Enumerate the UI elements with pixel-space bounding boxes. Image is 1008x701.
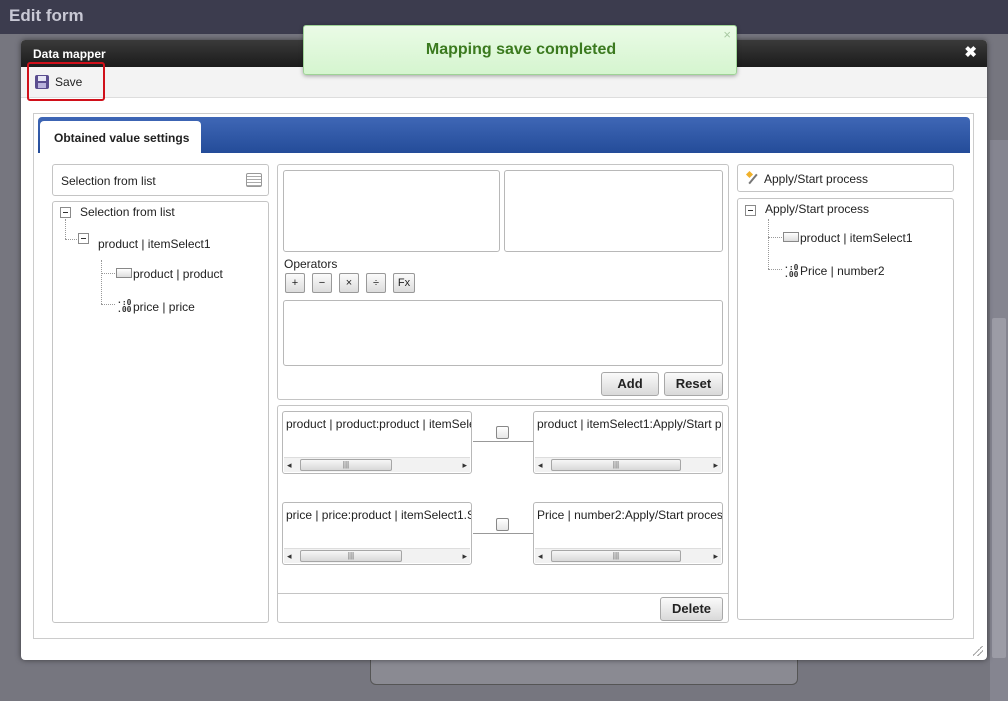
dialog-title: Data mapper — [33, 47, 106, 61]
scroll-left-icon[interactable]: ◂ — [287, 460, 292, 471]
horizontal-scrollbar[interactable]: ◂ ||| ▸ — [535, 457, 721, 472]
tree-leaf[interactable]: Price | number2 — [800, 264, 885, 278]
scroll-thumb[interactable]: ||| — [300, 550, 402, 562]
operator-function-button[interactable]: Fx — [393, 273, 415, 293]
operator-divide-button[interactable]: ÷ — [366, 273, 386, 293]
mapping-source-text: price | price:product | itemSelect1.S — [286, 508, 472, 522]
collapse-icon[interactable] — [60, 207, 71, 218]
tree-connector — [65, 239, 77, 240]
scroll-left-icon[interactable]: ◂ — [538, 551, 543, 562]
scroll-right-icon[interactable]: ▸ — [713, 460, 718, 471]
background-scrollbar[interactable] — [990, 140, 1008, 701]
mapping-list: product | product:product | itemSelect1 … — [277, 405, 729, 623]
background-scroll-thumb[interactable] — [992, 318, 1006, 658]
tree-connector — [768, 237, 782, 238]
scroll-right-icon[interactable]: ▸ — [462, 551, 467, 562]
mapping-source-cell[interactable]: product | product:product | itemSelect1 … — [282, 411, 472, 474]
scroll-right-icon[interactable]: ▸ — [462, 460, 467, 471]
save-button-label: Save — [55, 75, 83, 89]
mapping-link-line — [473, 533, 534, 534]
horizontal-scrollbar[interactable]: ◂ ||| ▸ — [284, 548, 470, 563]
tree-connector — [768, 219, 769, 269]
list-icon[interactable] — [246, 173, 262, 187]
horizontal-scrollbar[interactable]: ◂ ||| ▸ — [284, 457, 470, 472]
tree-connector — [768, 269, 782, 270]
tree-leaf[interactable]: product | itemSelect1 — [800, 231, 913, 245]
mapping-source-cell[interactable]: price | price:product | itemSelect1.S ◂ … — [282, 502, 472, 565]
scroll-thumb[interactable]: ||| — [551, 550, 681, 562]
scroll-left-icon[interactable]: ◂ — [538, 460, 543, 471]
add-button[interactable]: Add — [601, 372, 659, 396]
horizontal-scrollbar[interactable]: ◂ ||| ▸ — [535, 548, 721, 563]
left-panel-header[interactable]: Selection from list — [52, 164, 269, 196]
left-panel-header-label: Selection from list — [61, 174, 156, 188]
tree-leaf[interactable]: price | price — [133, 300, 195, 314]
mapping-link-line — [473, 441, 534, 442]
tab-bar: Obtained value settings — [38, 117, 970, 153]
source-expression-field[interactable] — [283, 170, 500, 252]
operator-minus-button[interactable]: − — [312, 273, 332, 293]
expression-editor: Operators + − × ÷ Fx Add Reset — [277, 164, 729, 400]
tree-connector — [65, 219, 66, 239]
number-icon: ·:0.00 — [117, 298, 132, 314]
scroll-right-icon[interactable]: ▸ — [713, 551, 718, 562]
save-button[interactable]: Save — [35, 72, 82, 92]
mapping-select-checkbox[interactable] — [496, 426, 509, 439]
notification-message: Mapping save completed — [425, 41, 617, 58]
tree-connector — [101, 304, 115, 305]
collapse-icon[interactable] — [745, 205, 756, 216]
tree-node-root[interactable]: Apply/Start process — [765, 202, 869, 216]
delete-button[interactable]: Delete — [660, 597, 723, 621]
mapping-target-cell[interactable]: Price | number2:Apply/Start process ◂ ||… — [533, 502, 723, 565]
right-panel-header[interactable]: Apply/Start process — [737, 164, 954, 192]
mapping-target-cell[interactable]: product | itemSelect1:Apply/Start proces… — [533, 411, 723, 474]
mapping-target-text: Price | number2:Apply/Start process — [537, 508, 723, 522]
close-icon[interactable]: ✖ — [964, 45, 977, 61]
tree-leaf[interactable]: product | product — [133, 267, 223, 281]
resize-grip-icon[interactable] — [973, 646, 983, 656]
data-mapper-dialog: Data mapper ✖ Save Obtained value settin… — [21, 40, 987, 660]
tree-node-root[interactable]: Selection from list — [80, 205, 175, 219]
operator-multiply-button[interactable]: × — [339, 273, 359, 293]
field-icon — [116, 268, 132, 278]
target-expression-field[interactable] — [504, 170, 723, 252]
scroll-left-icon[interactable]: ◂ — [287, 551, 292, 562]
left-tree: Selection from list product | itemSelect… — [52, 201, 269, 623]
floppy-disk-icon — [35, 75, 49, 89]
notification-close-icon[interactable]: × — [723, 27, 731, 42]
tree-connector — [101, 273, 115, 274]
mapping-source-text: product | product:product | itemSelect1 — [286, 417, 472, 431]
collapse-icon[interactable] — [78, 233, 89, 244]
notification-toast: Mapping save completed × — [303, 25, 737, 75]
scroll-thumb[interactable]: ||| — [551, 459, 681, 471]
mapping-select-checkbox[interactable] — [496, 518, 509, 531]
right-tree: Apply/Start process product | itemSelect… — [737, 198, 954, 620]
mapping-content: Obtained value settings Selection from l… — [33, 113, 974, 639]
tree-connector — [101, 260, 102, 304]
mapping-divider — [278, 593, 728, 594]
operator-plus-button[interactable]: + — [285, 273, 305, 293]
background-page-title: Edit form — [9, 6, 84, 25]
wand-icon — [746, 172, 760, 184]
reset-button[interactable]: Reset — [664, 372, 723, 396]
right-panel-header-label: Apply/Start process — [764, 172, 869, 186]
expression-field[interactable] — [283, 300, 723, 366]
operators-label: Operators — [284, 257, 338, 271]
scroll-thumb[interactable]: ||| — [300, 459, 392, 471]
mapping-target-text: product | itemSelect1:Apply/Start proces… — [537, 417, 722, 431]
tab-obtained-value-settings[interactable]: Obtained value settings — [40, 121, 201, 153]
tree-node-child[interactable]: product | itemSelect1 — [98, 237, 211, 251]
number-icon: ·:0.00 — [784, 263, 799, 279]
field-icon — [783, 232, 799, 242]
